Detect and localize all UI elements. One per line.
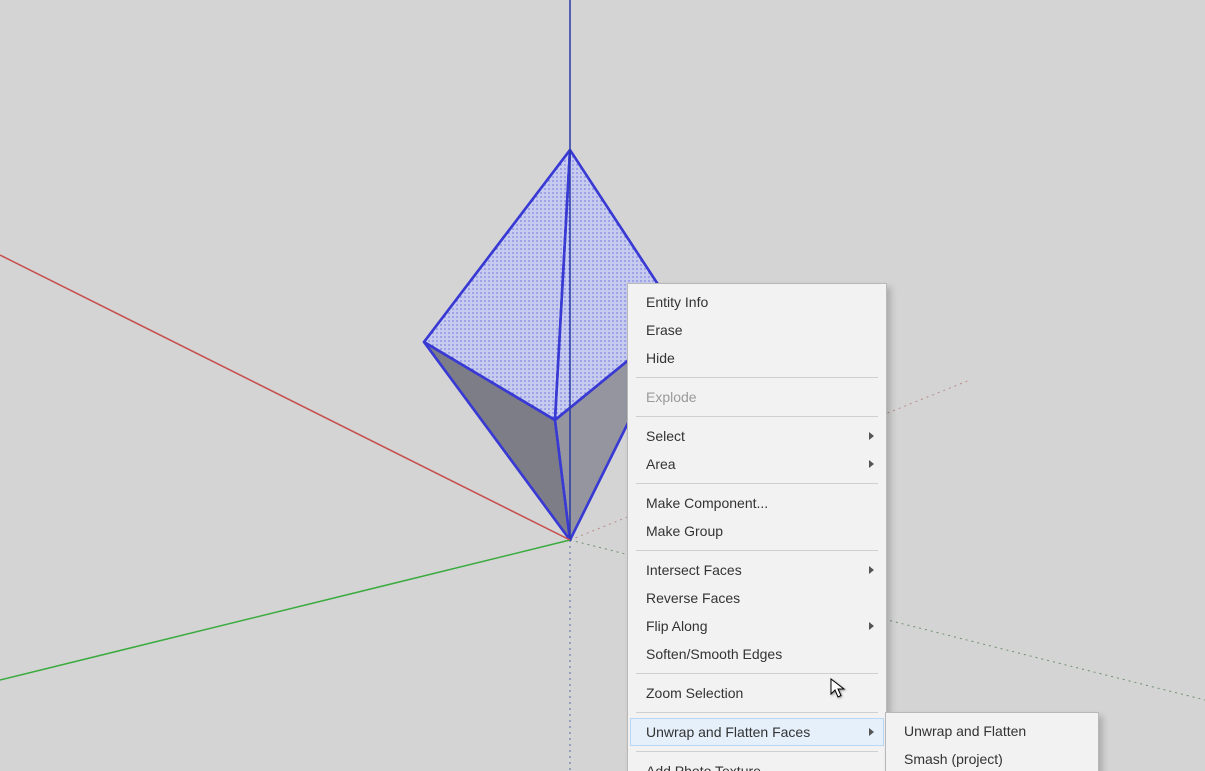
menu-item-unwrap-and-flatten[interactable]: Unwrap and Flatten — [888, 717, 1096, 745]
menu-item-area[interactable]: Area — [630, 450, 884, 478]
axis-green — [0, 540, 570, 680]
menu-item-soften-smooth-edges[interactable]: Soften/Smooth Edges — [630, 640, 884, 668]
context-menu[interactable]: Entity Info Erase Hide Explode Select Area Mak… — [627, 283, 887, 771]
context-submenu[interactable]: Unwrap and Flatten Smash (project) — [885, 712, 1099, 771]
viewport-3d[interactable] — [0, 0, 1205, 771]
menu-separator — [636, 377, 878, 378]
menu-item-label: Reverse Faces — [646, 590, 740, 606]
menu-item-make-group[interactable]: Make Group — [630, 517, 884, 545]
menu-item-label: Make Group — [646, 523, 723, 539]
menu-item-entity-info[interactable]: Entity Info — [630, 288, 884, 316]
menu-item-make-component[interactable]: Make Component... — [630, 489, 884, 517]
menu-item-flip-along[interactable]: Flip Along — [630, 612, 884, 640]
menu-item-label: Entity Info — [646, 294, 708, 310]
menu-item-smash-project[interactable]: Smash (project) — [888, 745, 1096, 771]
chevron-right-icon — [869, 460, 874, 468]
menu-item-label: Soften/Smooth Edges — [646, 646, 782, 662]
menu-item-label: Zoom Selection — [646, 685, 743, 701]
menu-item-unwrap-and-flatten-faces[interactable]: Unwrap and Flatten Faces — [630, 718, 884, 746]
menu-separator — [636, 712, 878, 713]
menu-item-label: Flip Along — [646, 618, 707, 634]
chevron-right-icon — [869, 432, 874, 440]
chevron-right-icon — [869, 566, 874, 574]
menu-separator — [636, 673, 878, 674]
menu-item-reverse-faces[interactable]: Reverse Faces — [630, 584, 884, 612]
menu-separator — [636, 751, 878, 752]
menu-separator — [636, 416, 878, 417]
menu-item-explode: Explode — [630, 383, 884, 411]
menu-item-select[interactable]: Select — [630, 422, 884, 450]
menu-item-label: Smash (project) — [904, 751, 1003, 767]
menu-item-label: Erase — [646, 322, 683, 338]
chevron-right-icon — [869, 622, 874, 630]
viewport-canvas — [0, 0, 1205, 771]
menu-item-label: Unwrap and Flatten — [904, 723, 1026, 739]
chevron-right-icon — [869, 728, 874, 736]
menu-item-hide[interactable]: Hide — [630, 344, 884, 372]
menu-item-label: Make Component... — [646, 495, 768, 511]
menu-item-intersect-faces[interactable]: Intersect Faces — [630, 556, 884, 584]
menu-item-add-photo-texture[interactable]: Add Photo Texture... — [630, 757, 884, 771]
menu-item-label: Hide — [646, 350, 675, 366]
menu-separator — [636, 550, 878, 551]
menu-item-label: Area — [646, 456, 676, 472]
menu-item-zoom-selection[interactable]: Zoom Selection — [630, 679, 884, 707]
menu-item-label: Unwrap and Flatten Faces — [646, 724, 810, 740]
menu-separator — [636, 483, 878, 484]
menu-item-label: Select — [646, 428, 685, 444]
menu-item-label: Intersect Faces — [646, 562, 742, 578]
menu-item-erase[interactable]: Erase — [630, 316, 884, 344]
menu-item-label: Add Photo Texture... — [646, 763, 773, 771]
menu-item-label: Explode — [646, 389, 697, 405]
